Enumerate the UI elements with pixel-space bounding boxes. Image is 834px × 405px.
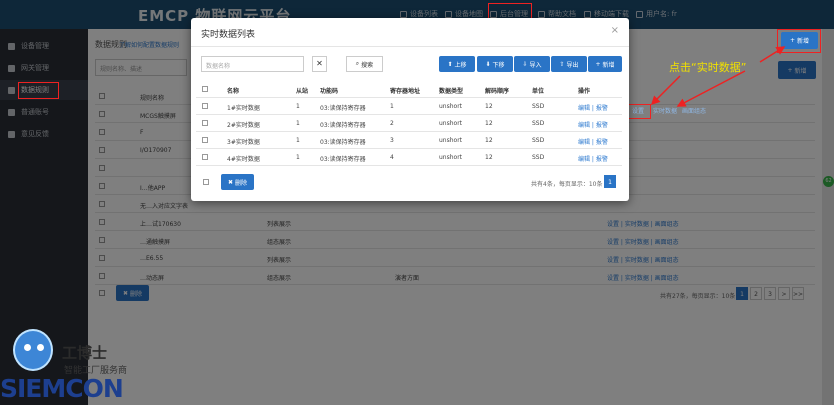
- column-header: 单位: [532, 88, 545, 95]
- slave-id: 1: [296, 103, 300, 110]
- close-icon: ✖: [227, 178, 233, 186]
- arrow-up-icon: ⬆: [447, 60, 453, 68]
- data-name-search-input[interactable]: 数据名称: [201, 56, 304, 72]
- search-button[interactable]: ⌕ 搜索: [346, 56, 383, 72]
- data-name: 2#实时数据: [227, 122, 260, 129]
- edit-alarm-links[interactable]: 编辑 | 报警: [578, 103, 608, 112]
- register-address: 1: [390, 103, 394, 110]
- realtime-data-modal: 实时数据列表 × 数据名称 ✕ ⌕ 搜索 ⬆ 上移 ⬇ 下移 ⇩ 导入 ⇧ 导出 + 新增 …: [191, 18, 629, 201]
- add-data-button[interactable]: + 新增: [588, 56, 622, 72]
- delete-data-button[interactable]: ✖ 删除: [221, 174, 254, 190]
- button-label: 下移: [492, 61, 505, 69]
- select-all-checkbox-bottom[interactable]: [203, 179, 209, 185]
- register-address: 3: [390, 137, 394, 144]
- decode-order: 12: [485, 120, 493, 127]
- button-label: 上移: [454, 61, 467, 69]
- function-code: 03:读保持寄存器: [320, 122, 366, 129]
- edit-alarm-links[interactable]: 编辑 | 报警: [578, 120, 608, 129]
- unit: SSD: [532, 120, 545, 127]
- search-icon: ⌕: [355, 60, 360, 67]
- register-address: 2: [390, 120, 394, 127]
- data-type: unshort: [439, 154, 463, 161]
- function-code: 03:读保持寄存器: [320, 139, 366, 146]
- modal-table-header: 名称 从站 功能码 寄存器地址 数据类型 解码顺序 单位 操作: [196, 81, 622, 98]
- data-type: unshort: [439, 103, 463, 110]
- column-header: 数据类型: [439, 88, 464, 95]
- button-label: 删除: [235, 179, 248, 187]
- unit: SSD: [532, 137, 545, 144]
- data-name: 4#实时数据: [227, 156, 260, 163]
- modal-divider: [191, 46, 629, 47]
- column-header: 从站: [296, 88, 309, 95]
- select-all-checkbox[interactable]: [202, 86, 208, 92]
- button-label: 导出: [566, 61, 579, 69]
- column-header: 功能码: [320, 88, 339, 95]
- column-header: 寄存器地址: [390, 88, 421, 95]
- close-icon[interactable]: ×: [611, 25, 619, 36]
- slave-id: 1: [296, 120, 300, 127]
- unit: SSD: [532, 103, 545, 110]
- arrow-down-icon: ⬇: [485, 60, 491, 68]
- plus-icon: +: [595, 60, 601, 68]
- table-row: 4#实时数据 1 03:读保持寄存器 4 unshort 12 SSD 编辑 |…: [196, 149, 622, 166]
- import-button[interactable]: ⇩ 导入: [514, 56, 550, 72]
- slave-id: 1: [296, 154, 300, 161]
- column-header: 解码顺序: [485, 88, 510, 95]
- row-checkbox[interactable]: [202, 154, 208, 160]
- data-type: unshort: [439, 120, 463, 127]
- decode-order: 12: [485, 137, 493, 144]
- data-name: 1#实时数据: [227, 105, 260, 112]
- row-checkbox[interactable]: [202, 137, 208, 143]
- row-checkbox[interactable]: [202, 103, 208, 109]
- button-label: 搜索: [361, 61, 374, 69]
- modal-pagination: 1: [604, 175, 616, 188]
- export-button[interactable]: ⇧ 导出: [551, 56, 587, 72]
- column-header: 操作: [578, 88, 591, 95]
- data-name: 3#实时数据: [227, 139, 260, 146]
- edit-alarm-links[interactable]: 编辑 | 报警: [578, 154, 608, 163]
- slave-id: 1: [296, 137, 300, 144]
- arrow-to-add-button: [759, 46, 786, 63]
- decode-order: 12: [485, 103, 493, 110]
- function-code: 03:读保持寄存器: [320, 156, 366, 163]
- data-type: unshort: [439, 137, 463, 144]
- arrow-to-realtime: [650, 75, 681, 106]
- column-header: 名称: [227, 88, 240, 95]
- move-up-button[interactable]: ⬆ 上移: [439, 56, 475, 72]
- export-icon: ⇧: [559, 60, 565, 68]
- table-row: 3#实时数据 1 03:读保持寄存器 3 unshort 12 SSD 编辑 |…: [196, 132, 622, 149]
- move-down-button[interactable]: ⬇ 下移: [477, 56, 513, 72]
- register-address: 4: [390, 154, 394, 161]
- decode-order: 12: [485, 154, 493, 161]
- arrow-to-row-ops: [676, 70, 746, 107]
- table-row: 1#实时数据 1 03:读保持寄存器 1 unshort 12 SSD 编辑 |…: [196, 98, 622, 115]
- button-label: 导入: [529, 61, 542, 69]
- button-label: 新增: [602, 61, 615, 69]
- page-button[interactable]: 1: [604, 175, 616, 188]
- modal-pager-info: 共有4条，每页显示：10条: [531, 181, 603, 188]
- unit: SSD: [532, 154, 545, 161]
- modal-title: 实时数据列表: [201, 30, 256, 40]
- function-code: 03:读保持寄存器: [320, 105, 366, 112]
- import-icon: ⇩: [522, 60, 528, 68]
- edit-alarm-links[interactable]: 编辑 | 报警: [578, 137, 608, 146]
- clear-search-button[interactable]: ✕: [312, 56, 327, 72]
- row-checkbox[interactable]: [202, 120, 208, 126]
- table-row: 2#实时数据 1 03:读保持寄存器 2 unshort 12 SSD 编辑 |…: [196, 115, 622, 132]
